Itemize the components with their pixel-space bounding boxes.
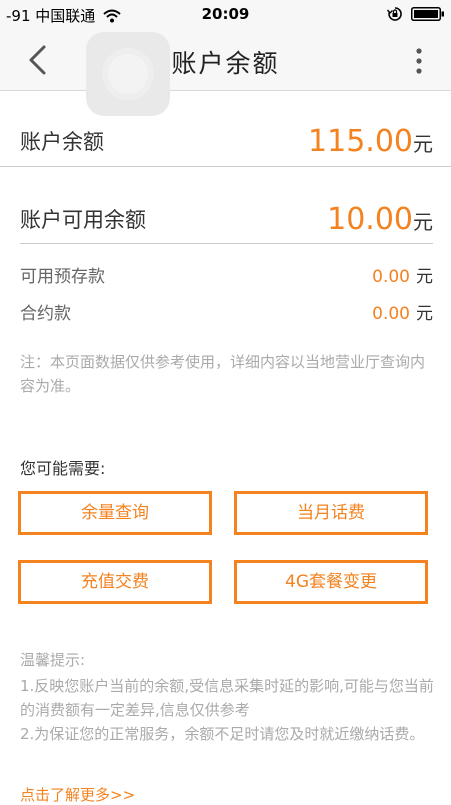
contract-row: 合约款 0.00 元 (20, 299, 433, 324)
divider (0, 166, 451, 167)
recharge-button[interactable]: 充值交费 (18, 560, 212, 604)
contract-value: 0.00 (372, 304, 410, 324)
available-balance-value: 10.00 (327, 202, 413, 237)
account-balance-label: 账户余额 (20, 130, 104, 154)
status-bar: -91 中国联通 20:09 (0, 0, 451, 30)
contract-amount: 0.00 元 (372, 299, 433, 324)
tips-section: 温馨提示: 1.反映您账户当前的余额,受信息采集时延的影响,可能与您当前的消费额… (20, 648, 440, 746)
page-title: 账户余额 (171, 49, 280, 78)
contract-unit: 元 (416, 304, 433, 324)
account-balance-unit: 元 (413, 132, 433, 156)
monthly-bill-button[interactable]: 当月话费 (234, 491, 428, 535)
contract-label: 合约款 (20, 304, 71, 324)
balance-query-button[interactable]: 余量查询 (18, 491, 212, 535)
available-balance-row: 账户可用余额 10.00元 (20, 196, 433, 242)
status-right (386, 6, 445, 22)
disclaimer-note: 注：本页面数据仅供参考使用，详细内容以当地营业厅查询内容为准。 (20, 353, 426, 395)
learn-more-link[interactable]: 点击了解更多>> (20, 784, 135, 805)
prepaid-row: 可用预存款 0.00 元 (20, 262, 433, 287)
account-balance-amount: 115.00元 (308, 124, 433, 159)
nav-bar: 账户余额 (0, 30, 451, 116)
prepaid-unit: 元 (416, 267, 433, 287)
available-balance-amount: 10.00元 (327, 202, 433, 237)
tips-line-1: 1.反映您账户当前的余额,受信息采集时延的影响,可能与您当前的消费额有一定差异,… (20, 677, 434, 719)
tips-line-2: 2.为保证您的正常服务，余额不足时请您及时就近缴纳话费。 (20, 725, 425, 743)
divider (20, 243, 433, 244)
prepaid-amount: 0.00 元 (372, 262, 433, 287)
prepaid-label: 可用预存款 (20, 267, 105, 287)
prepaid-value: 0.00 (372, 267, 410, 287)
account-balance-value: 115.00 (308, 124, 413, 159)
more-vertical-icon (416, 48, 422, 74)
suggestions-title: 您可能需要: (20, 459, 106, 478)
available-balance-unit: 元 (413, 210, 433, 234)
account-balance-row: 账户余额 115.00元 (20, 118, 433, 164)
clock: 20:09 (201, 5, 250, 23)
available-balance-label: 账户可用余额 (20, 208, 146, 232)
rotation-lock-icon (386, 6, 403, 22)
plan-change-button[interactable]: 4G套餐变更 (234, 560, 428, 604)
more-button[interactable] (413, 47, 425, 75)
tips-title: 温馨提示: (20, 651, 86, 669)
battery-icon (411, 6, 445, 22)
